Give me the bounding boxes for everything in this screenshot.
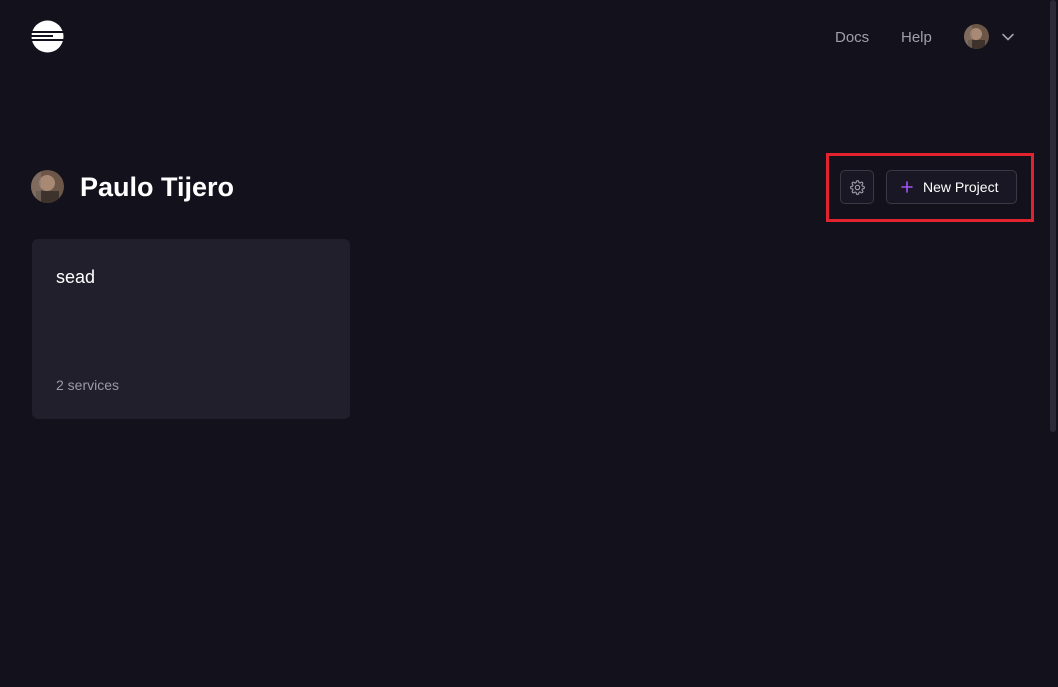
railway-logo-icon[interactable] (31, 20, 64, 53)
avatar (964, 24, 989, 49)
railway-logo-svg (31, 20, 64, 53)
nav-docs-link[interactable]: Docs (835, 29, 869, 46)
avatar (31, 170, 64, 203)
scrollbar-thumb[interactable] (1050, 0, 1056, 432)
new-project-button[interactable]: New Project (886, 170, 1017, 204)
page-title: Paulo Tijero (80, 172, 235, 202)
project-name: sead (56, 267, 96, 287)
settings-button[interactable] (840, 170, 874, 204)
gear-icon (849, 179, 865, 195)
scrollbar-track[interactable] (1048, 0, 1058, 687)
nav-help-link[interactable]: Help (901, 29, 932, 46)
chevron-down-icon (1002, 33, 1014, 41)
project-card[interactable]: sead 2 services (32, 239, 350, 419)
page: Docs Help Paulo Tijero New Project sead … (0, 0, 1058, 687)
user-menu[interactable] (964, 24, 1018, 49)
new-project-label: New Project (923, 179, 999, 195)
plus-icon (901, 181, 913, 193)
project-services-count: 2 services (56, 377, 120, 393)
